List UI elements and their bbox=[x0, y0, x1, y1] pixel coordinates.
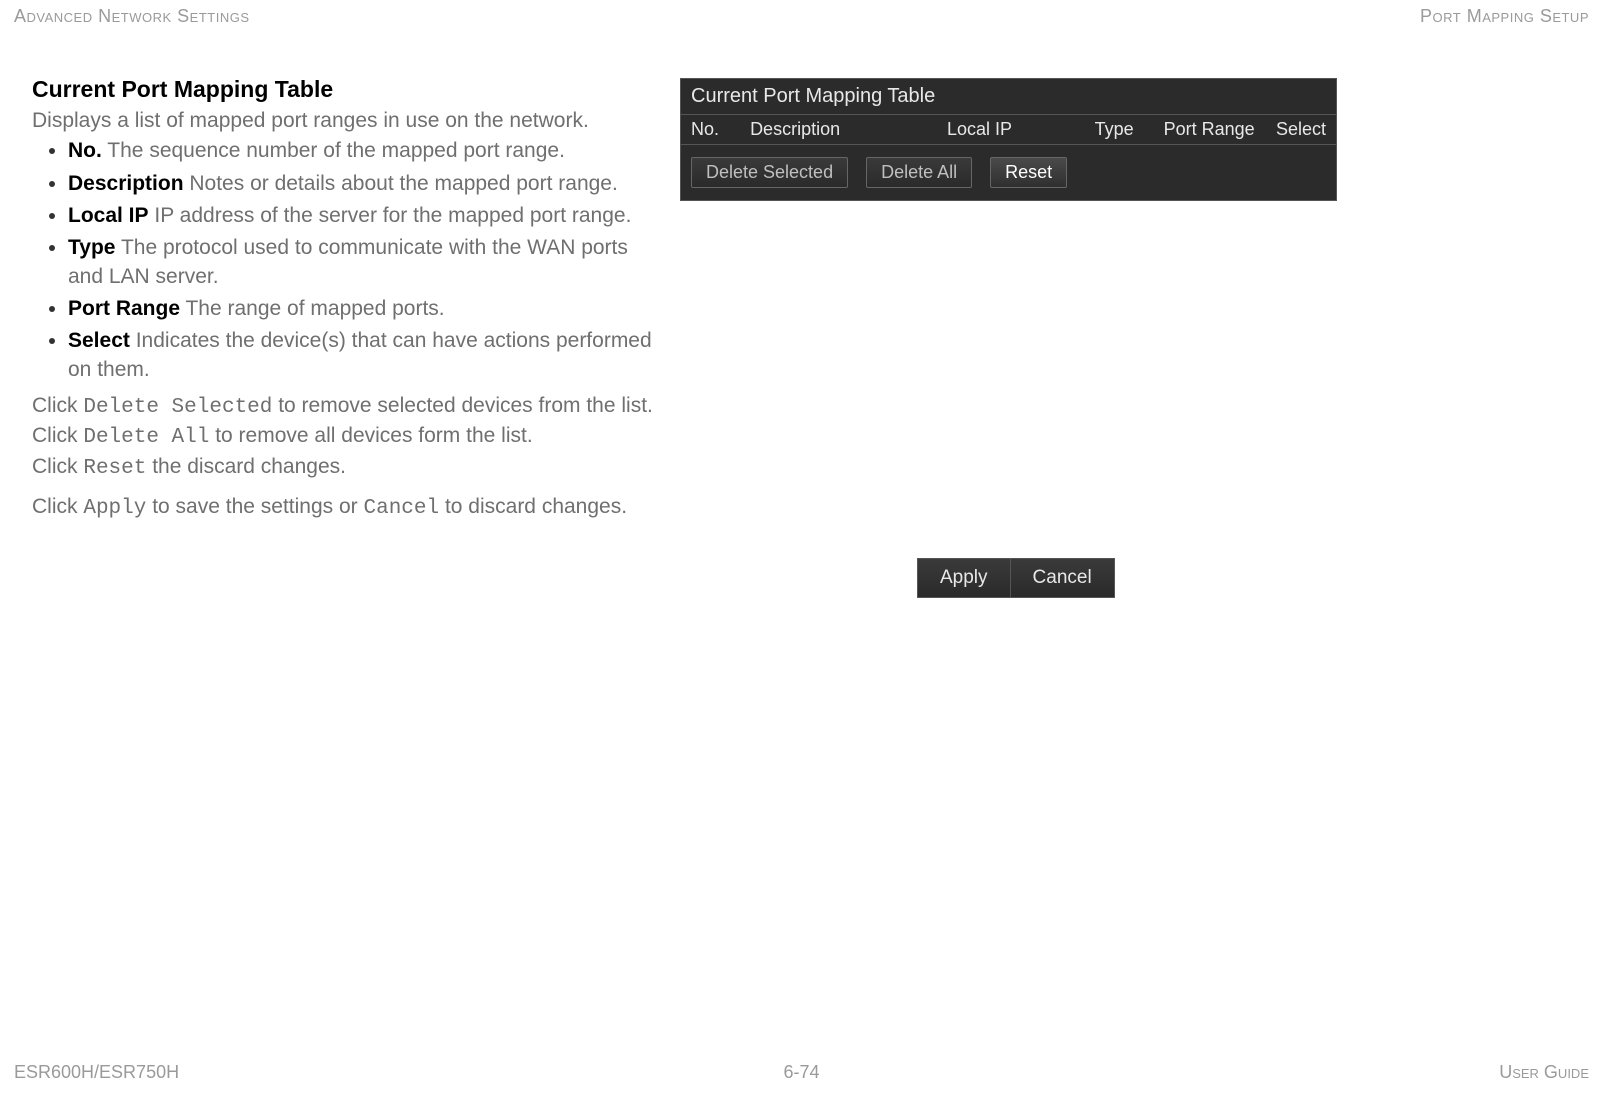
cancel-command: Cancel bbox=[363, 497, 439, 520]
term-description: Description bbox=[68, 172, 184, 195]
click-word: Click bbox=[32, 424, 83, 447]
delete-all-button[interactable]: Delete All bbox=[866, 157, 972, 188]
list-item: No. The sequence number of the mapped po… bbox=[68, 137, 662, 165]
term-select: Select bbox=[68, 329, 130, 352]
delete-all-rest: to remove all devices form the list. bbox=[209, 424, 532, 447]
apply-rest: to discard changes. bbox=[439, 495, 627, 518]
col-description: Description bbox=[750, 119, 947, 140]
term-local-ip: Local IP bbox=[68, 204, 149, 227]
section-title: Current Port Mapping Table bbox=[32, 74, 662, 105]
delete-selected-button[interactable]: Delete Selected bbox=[691, 157, 848, 188]
desc-select: Indicates the device(s) that can have ac… bbox=[68, 329, 652, 380]
reset-command: Reset bbox=[83, 457, 146, 480]
header-section-left: Advanced Network Settings bbox=[14, 6, 250, 27]
click-word: Click bbox=[32, 394, 83, 417]
list-item: Type The protocol used to communicate wi… bbox=[68, 234, 662, 291]
col-no: No. bbox=[691, 119, 750, 140]
definition-list: No. The sequence number of the mapped po… bbox=[32, 137, 662, 384]
term-port-range: Port Range bbox=[68, 297, 180, 320]
desc-no: The sequence number of the mapped port r… bbox=[107, 139, 565, 162]
desc-type: The protocol used to communicate with th… bbox=[68, 236, 628, 287]
cancel-button[interactable]: Cancel bbox=[1010, 559, 1114, 597]
delete-selected-instruction: Click Delete Selected to remove selected… bbox=[32, 392, 662, 422]
content-column: Current Port Mapping Table Displays a li… bbox=[32, 74, 662, 524]
apply-cancel-instruction: Click Apply to save the settings or Canc… bbox=[32, 493, 662, 523]
list-item: Description Notes or details about the m… bbox=[68, 170, 662, 198]
section-subtitle: Displays a list of mapped port ranges in… bbox=[32, 107, 662, 135]
delete-all-command: Delete All bbox=[83, 426, 209, 449]
col-local-ip: Local IP bbox=[947, 119, 1095, 140]
desc-local-ip: IP address of the server for the mapped … bbox=[154, 204, 631, 227]
apply-command: Apply bbox=[83, 497, 146, 520]
footer-model: ESR600H/ESR750H bbox=[14, 1062, 179, 1083]
click-word: Click bbox=[32, 455, 83, 478]
reset-button[interactable]: Reset bbox=[990, 157, 1067, 188]
footer-page-number: 6-74 bbox=[783, 1062, 819, 1083]
reset-rest: the discard changes. bbox=[146, 455, 346, 478]
delete-selected-command: Delete Selected bbox=[83, 396, 272, 419]
list-item: Local IP IP address of the server for th… bbox=[68, 202, 662, 230]
header-section-right: Port Mapping Setup bbox=[1420, 6, 1589, 27]
delete-all-instruction: Click Delete All to remove all devices f… bbox=[32, 422, 662, 452]
port-mapping-table-panel: Current Port Mapping Table No. Descripti… bbox=[680, 78, 1337, 201]
term-type: Type bbox=[68, 236, 115, 259]
term-no: No. bbox=[68, 139, 102, 162]
list-item: Port Range The range of mapped ports. bbox=[68, 295, 662, 323]
click-word: Click bbox=[32, 495, 83, 518]
apply-mid: to save the settings or bbox=[146, 495, 363, 518]
reset-instruction: Click Reset the discard changes. bbox=[32, 453, 662, 483]
list-item: Select Indicates the device(s) that can … bbox=[68, 327, 662, 384]
col-type: Type bbox=[1095, 119, 1164, 140]
table-title: Current Port Mapping Table bbox=[681, 79, 1336, 114]
desc-port-range: The range of mapped ports. bbox=[185, 297, 444, 320]
col-select: Select bbox=[1272, 119, 1326, 140]
table-button-row: Delete Selected Delete All Reset bbox=[681, 145, 1336, 200]
col-port-range: Port Range bbox=[1164, 119, 1272, 140]
desc-description: Notes or details about the mapped port r… bbox=[189, 172, 617, 195]
footer-doc-type: User Guide bbox=[1499, 1062, 1589, 1083]
apply-button[interactable]: Apply bbox=[918, 559, 1010, 597]
delete-selected-rest: to remove selected devices from the list… bbox=[272, 394, 653, 417]
table-header-row: No. Description Local IP Type Port Range… bbox=[681, 114, 1336, 145]
apply-cancel-panel: Apply Cancel bbox=[917, 558, 1115, 598]
